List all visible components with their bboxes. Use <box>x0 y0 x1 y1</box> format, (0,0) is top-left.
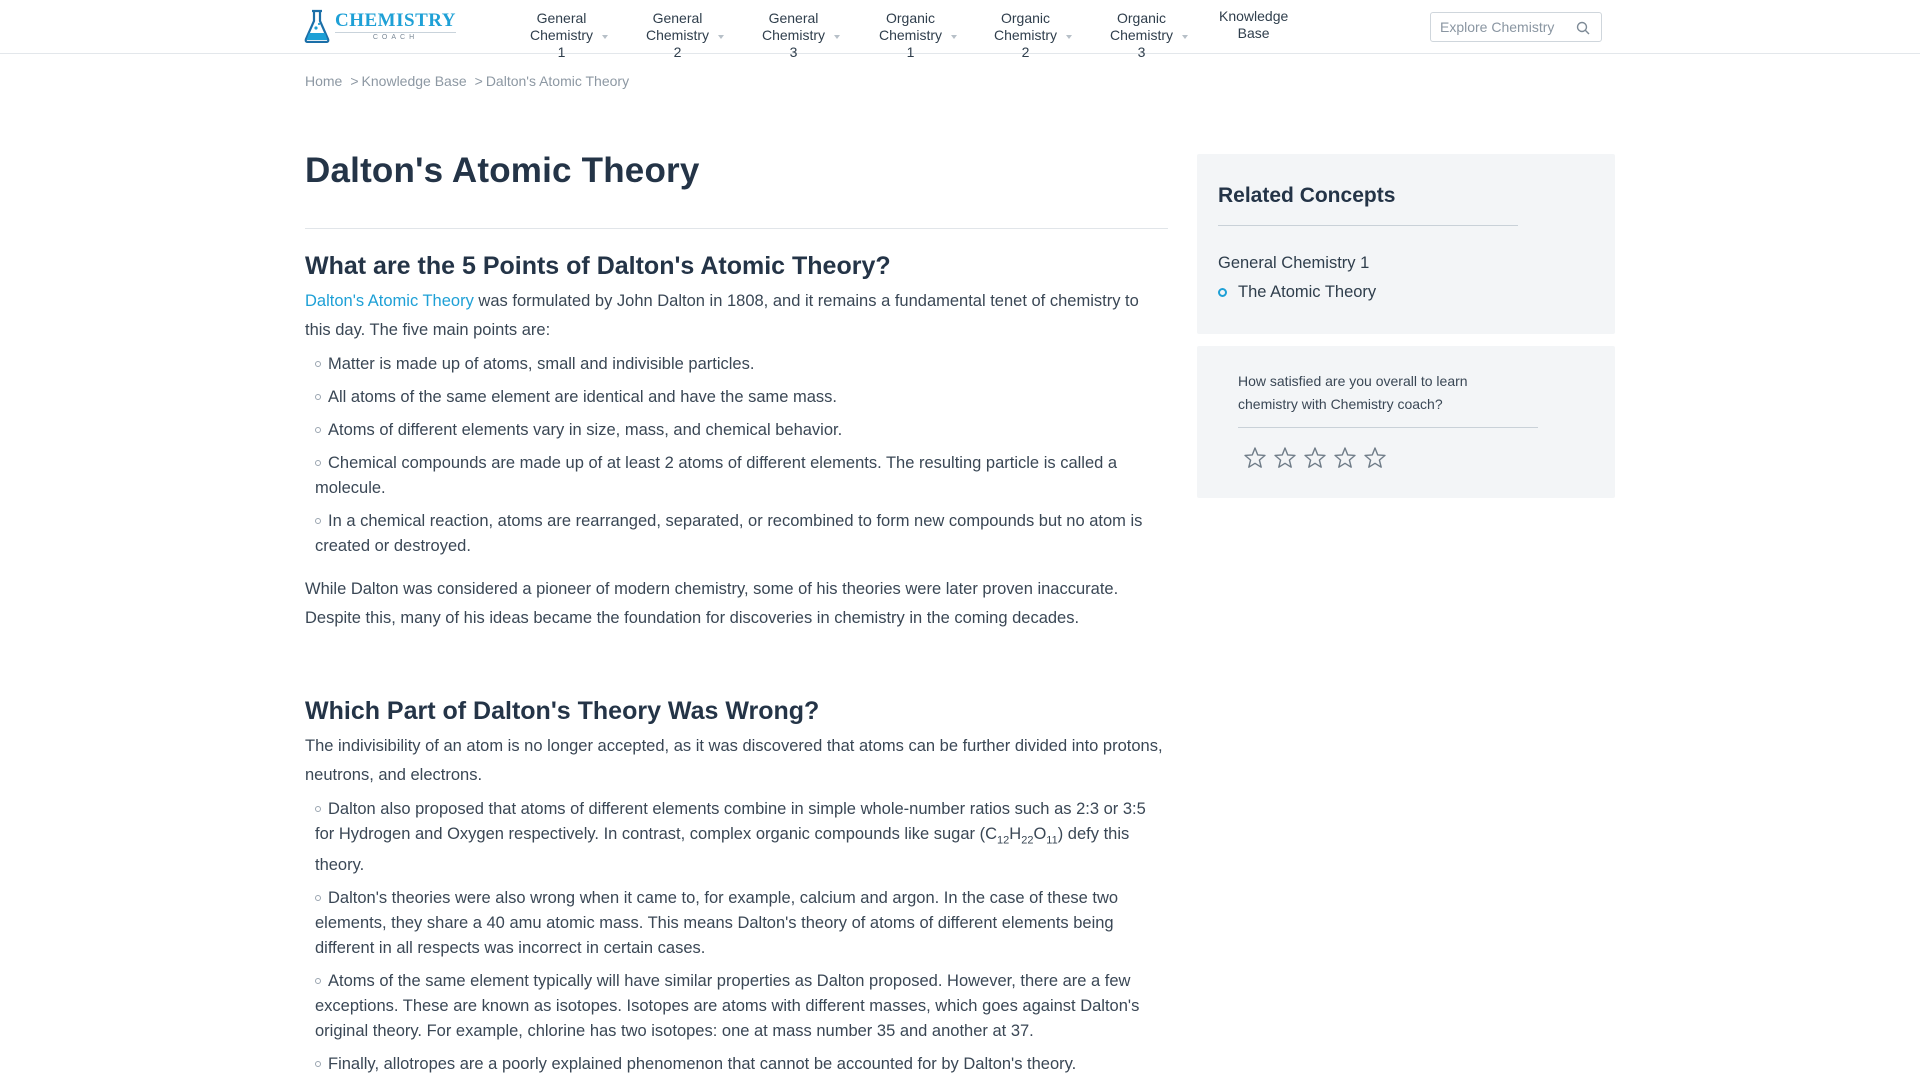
survey-question: How satisfied are you overall to learn c… <box>1238 373 1468 412</box>
related-concepts-title: Related Concepts <box>1218 184 1396 207</box>
nav-label: Knowledge Base <box>1219 8 1289 41</box>
flask-icon <box>304 9 330 43</box>
search-icon[interactable] <box>1576 21 1590 35</box>
related-category: General Chemistry 1 <box>1218 254 1370 272</box>
breadcrumb-current: Dalton's Atomic Theory <box>485 73 630 89</box>
related-concept-label: The Atomic Theory <box>1238 283 1377 301</box>
logo-subtitle: COACH <box>335 31 457 42</box>
breadcrumb: Home > Knowledge Base > Dalton's Atomic … <box>305 73 629 89</box>
bullet-icon <box>315 978 321 985</box>
chevron-down-icon <box>1182 34 1189 39</box>
chevron-down-icon <box>718 34 725 39</box>
related-concepts-panel: Related Concepts General Chemistry 1 The… <box>1197 154 1615 334</box>
breadcrumb-separator: > <box>350 73 359 89</box>
list-item: Matter is made up of atoms, small and in… <box>315 352 1168 377</box>
bullet-icon <box>315 460 321 466</box>
divider <box>1218 225 1518 226</box>
related-concept-link[interactable]: The Atomic Theory <box>1218 283 1376 302</box>
section-heading: What are the 5 Points of Dalton's Atomic… <box>305 252 891 280</box>
bullet-icon <box>315 361 321 367</box>
nav-general-chemistry-2[interactable]: General Chemistry 2 <box>646 10 725 61</box>
chemistry-coach-logo[interactable]: CHEMISTRY COACH <box>304 9 457 43</box>
nav-label: General Chemistry 3 <box>762 10 826 60</box>
bullet-icon <box>315 394 321 400</box>
paragraph: While Dalton was considered a pioneer of… <box>305 580 1119 627</box>
satisfaction-survey-panel: How satisfied are you overall to learn c… <box>1197 346 1615 498</box>
chevron-down-icon <box>602 34 609 39</box>
bullet-icon <box>315 427 321 433</box>
bullet-icon <box>315 1061 321 1068</box>
divider <box>305 228 1168 229</box>
star-icon[interactable] <box>1240 445 1270 471</box>
chevron-down-icon <box>1066 34 1073 39</box>
nav-general-chemistry-3[interactable]: General Chemistry 3 <box>762 10 841 61</box>
star-icon[interactable] <box>1270 445 1300 471</box>
nav-label: General Chemistry 2 <box>646 10 710 60</box>
breadcrumb-separator: > <box>474 73 483 89</box>
breadcrumb-knowledge-base[interactable]: Knowledge Base <box>362 73 467 89</box>
chevron-down-icon <box>834 34 841 39</box>
nav-organic-chemistry-2[interactable]: Organic Chemistry 2 <box>994 10 1073 61</box>
nav-general-chemistry-1[interactable]: General Chemistry 1 <box>530 10 609 61</box>
list-item: Dalton's theories were also wrong when i… <box>315 889 1119 958</box>
daltons-atomic-theory-link[interactable]: Dalton's Atomic Theory <box>305 292 474 310</box>
chevron-down-icon <box>951 34 958 39</box>
list-item: Finally, allotropes are a poorly explain… <box>315 1052 1168 1077</box>
star-icon[interactable] <box>1360 445 1390 471</box>
logo-wordmark: CHEMISTRY <box>335 9 457 31</box>
divider <box>1238 427 1538 428</box>
bullet-icon <box>315 806 321 812</box>
nav-label: General Chemistry 1 <box>530 10 594 60</box>
nav-label: Organic Chemistry 1 <box>879 10 943 60</box>
nav-knowledge-base[interactable]: Knowledge Base <box>1219 8 1288 42</box>
search-input[interactable] <box>1440 19 1570 35</box>
star-rating <box>1240 445 1390 471</box>
list-item: Atoms of the same element typically will… <box>315 972 1140 1041</box>
star-icon[interactable] <box>1300 445 1330 471</box>
nav-organic-chemistry-1[interactable]: Organic Chemistry 1 <box>879 10 958 61</box>
points-list: Matter is made up of atoms, small and in… <box>305 352 1168 559</box>
section-heading: Which Part of Dalton's Theory Was Wrong? <box>305 697 820 725</box>
list-item: Dalton also proposed that atoms of diffe… <box>315 800 1146 875</box>
bullet-icon <box>315 518 321 524</box>
list-item: In a chemical reaction, atoms are rearra… <box>315 512 1143 555</box>
nav-organic-chemistry-3[interactable]: Organic Chemistry 3 <box>1110 10 1189 61</box>
article: Dalton's Atomic Theory What are the 5 Po… <box>305 150 1168 1077</box>
wrong-points-list: Dalton also proposed that atoms of diffe… <box>305 797 1168 1077</box>
paragraph: The indivisibility of an atom is no long… <box>305 737 1163 784</box>
bullet-icon <box>315 895 321 902</box>
search-box <box>1430 12 1602 42</box>
circle-bullet-icon <box>1218 288 1227 297</box>
star-icon[interactable] <box>1330 445 1360 471</box>
paragraph: Dalton's Atomic Theory was formulated by… <box>305 287 1168 345</box>
list-item: Atoms of different elements vary in size… <box>315 418 1168 443</box>
breadcrumb-home[interactable]: Home <box>305 73 342 89</box>
list-item: Chemical compounds are made up of at lea… <box>315 454 1118 497</box>
list-item: All atoms of the same element are identi… <box>315 385 1168 410</box>
nav-label: Organic Chemistry 2 <box>994 10 1058 60</box>
site-header: CHEMISTRY COACH General Chemistry 1 Gener… <box>0 0 1920 60</box>
nav-label: Organic Chemistry 3 <box>1110 10 1174 60</box>
page-title: Dalton's Atomic Theory <box>305 151 700 190</box>
